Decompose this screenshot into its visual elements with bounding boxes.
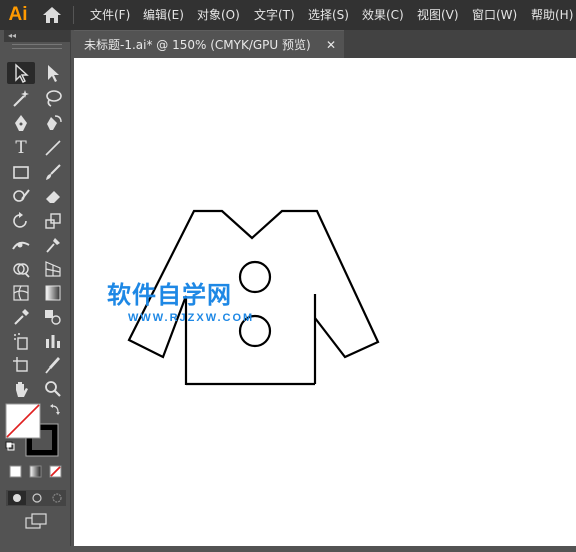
- tool-curvature[interactable]: [39, 112, 67, 134]
- tool-pen[interactable]: [7, 112, 35, 134]
- eraser-icon: [46, 191, 60, 203]
- tool-shape-builder[interactable]: [7, 258, 35, 280]
- hand-icon: [16, 382, 28, 397]
- tool-width[interactable]: [7, 234, 35, 256]
- curvature-icon: [47, 115, 62, 130]
- tool-magic-wand[interactable]: [7, 87, 35, 109]
- menu-window[interactable]: 窗口(W): [472, 0, 517, 30]
- menu-effect[interactable]: 效果(C): [362, 0, 404, 30]
- tool-paintbrush[interactable]: [39, 161, 67, 183]
- symbol-sprayer-icon: [14, 333, 28, 350]
- tool-gradient[interactable]: [39, 282, 67, 304]
- menu-type[interactable]: 文字(T): [254, 0, 295, 30]
- tool-direct-selection[interactable]: [39, 62, 67, 84]
- tool-lasso[interactable]: [39, 87, 67, 109]
- menu-view[interactable]: 视图(V): [417, 0, 459, 30]
- shaper-icon: [13, 189, 30, 202]
- tool-line-segment[interactable]: [39, 137, 67, 159]
- close-icon[interactable]: ✕: [326, 31, 336, 59]
- type-icon: T: [15, 138, 27, 158]
- shape-builder-icon: [13, 263, 30, 278]
- line-segment-icon: [45, 140, 61, 156]
- tool-mesh[interactable]: [7, 282, 35, 304]
- tool-rotate[interactable]: [7, 210, 35, 232]
- watermark-url: WWW.RJZXW.COM: [128, 312, 255, 324]
- pen-icon: [15, 115, 27, 131]
- watermark-title: 软件自学网: [107, 281, 232, 309]
- tools-panel: ◂◂ T: [4, 30, 71, 546]
- menu-divider: [73, 6, 74, 24]
- tool-scale[interactable]: [39, 210, 67, 232]
- menu-object[interactable]: 对象(O): [197, 0, 240, 30]
- app-logo: Ai: [8, 4, 28, 25]
- tool-shaper[interactable]: [7, 185, 35, 207]
- menu-bar: Ai 文件(F) 编辑(E) 对象(O) 文字(T) 选择(S) 效果(C) 视…: [0, 0, 576, 30]
- paintbrush-icon: [46, 164, 61, 180]
- tool-column-graph[interactable]: [39, 330, 67, 352]
- perspective-grid-icon: [45, 261, 61, 277]
- lasso-icon: [46, 90, 62, 107]
- tool-selection[interactable]: [7, 62, 35, 84]
- rotate-icon: [13, 212, 27, 228]
- direct-selection-arrow-icon: [48, 65, 59, 82]
- scale-icon: [45, 213, 61, 229]
- zoom-icon: [45, 381, 61, 397]
- document-tab-label: 未标题-1.ai* @ 150% (CMYK/GPU 预览): [84, 38, 311, 52]
- eyedropper-icon: [14, 309, 29, 325]
- tool-eyedropper[interactable]: [7, 306, 35, 328]
- toolbar-grip[interactable]: [12, 44, 62, 49]
- magic-wand-icon: [13, 90, 29, 107]
- tool-puppet-warp[interactable]: [39, 234, 67, 256]
- document-tab-bar: 未标题-1.ai* @ 150% (CMYK/GPU 预览) ✕: [74, 30, 576, 59]
- tool-rectangle[interactable]: [7, 161, 35, 183]
- menu-edit[interactable]: 编辑(E): [143, 0, 184, 30]
- blend-icon: [45, 310, 61, 325]
- tool-slice[interactable]: [39, 354, 67, 376]
- column-graph-icon: [46, 335, 60, 348]
- slice-icon: [45, 357, 60, 374]
- document-tab[interactable]: 未标题-1.ai* @ 150% (CMYK/GPU 预览) ✕: [74, 30, 344, 59]
- shirt-button-top: [238, 260, 272, 294]
- puppet-warp-icon: [46, 238, 60, 253]
- mesh-icon: [13, 285, 29, 301]
- collapse-icon[interactable]: ◂◂: [8, 30, 16, 42]
- tool-hand[interactable]: [7, 378, 35, 400]
- tool-blend[interactable]: [39, 306, 67, 328]
- toolbar-collapse-bar[interactable]: ◂◂: [4, 30, 70, 42]
- menu-select[interactable]: 选择(S): [308, 0, 349, 30]
- tool-symbol-sprayer[interactable]: [7, 330, 35, 352]
- tool-eraser[interactable]: [39, 185, 67, 207]
- artboard-icon: [13, 357, 28, 372]
- menu-help[interactable]: 帮助(H): [531, 0, 573, 30]
- tool-type[interactable]: T: [7, 137, 35, 159]
- selection-arrow-icon: [15, 63, 29, 83]
- home-icon[interactable]: [42, 6, 62, 24]
- menu-file[interactable]: 文件(F): [90, 0, 130, 30]
- tool-artboard[interactable]: [7, 354, 35, 376]
- width-icon: [12, 241, 30, 250]
- tool-perspective-grid[interactable]: [39, 258, 67, 280]
- gradient-icon: [45, 285, 61, 301]
- tool-zoom[interactable]: [39, 378, 67, 400]
- artboard-canvas[interactable]: 软件自学网 WWW.RJZXW.COM: [74, 58, 576, 546]
- fill-stroke-widget[interactable]: [4, 402, 70, 552]
- rectangle-icon: [13, 166, 29, 179]
